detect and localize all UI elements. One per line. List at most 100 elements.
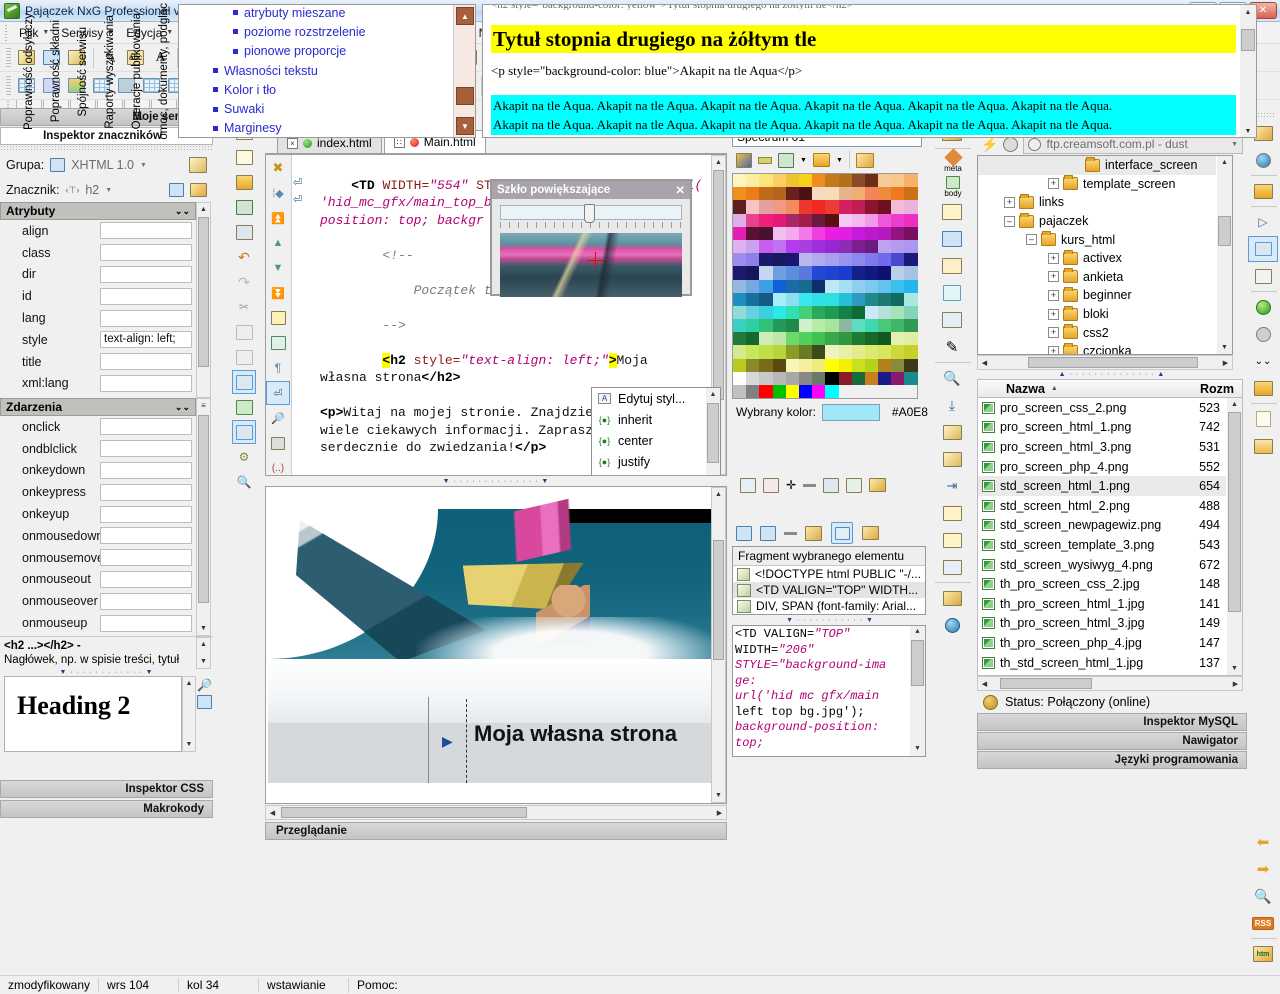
- color-swatch[interactable]: [799, 293, 812, 306]
- scroll-down-icon[interactable]: ▼: [456, 117, 474, 135]
- color-swatch[interactable]: [786, 359, 799, 372]
- color-swatch[interactable]: [786, 266, 799, 279]
- color-swatch[interactable]: [865, 345, 878, 358]
- chevron-down-icon[interactable]: ▼: [836, 157, 843, 164]
- color-swatch[interactable]: [878, 319, 891, 332]
- attributes-header[interactable]: Atrybuty ⌄⌄: [0, 202, 196, 220]
- autocomplete-item[interactable]: {●}inherit: [592, 409, 706, 430]
- color-swatch[interactable]: [825, 372, 838, 385]
- color-swatch[interactable]: [812, 280, 825, 293]
- htm-package-icon[interactable]: htm: [1248, 941, 1278, 967]
- color-list-icon[interactable]: [823, 478, 839, 493]
- attribute-value-input[interactable]: [100, 222, 192, 239]
- autocomplete-item[interactable]: {●}left: [592, 472, 706, 476]
- color-swatch[interactable]: [759, 345, 772, 358]
- file-row[interactable]: th_pro_screen_html_1.jpg141: [978, 594, 1226, 614]
- settings-gear-icon[interactable]: ⚙: [232, 445, 256, 469]
- color-swatch[interactable]: [746, 240, 759, 253]
- package-fragment-icon[interactable]: [805, 526, 822, 541]
- help-link[interactable]: poziome rozstrzelenie: [185, 22, 451, 41]
- fragment-view-toggle-icon[interactable]: [831, 522, 853, 544]
- magnifier-zoom-slider[interactable]: [500, 205, 682, 220]
- wysiwyg-preview[interactable]: ▶ Moja własna strona ▲ ▼: [265, 486, 727, 804]
- scroll-grip-icon[interactable]: ≡: [197, 399, 210, 412]
- color-swatch[interactable]: [825, 240, 838, 253]
- fold-up-icon[interactable]: ▲: [266, 231, 290, 255]
- color-swatch[interactable]: [733, 306, 746, 319]
- color-swatch[interactable]: [852, 372, 865, 385]
- color-swatch[interactable]: [786, 187, 799, 200]
- scroll-up-icon[interactable]: ▲: [456, 7, 474, 25]
- color-swatch[interactable]: [852, 319, 865, 332]
- scroll-left-icon[interactable]: ◀: [978, 356, 991, 369]
- collapse-icon[interactable]: ⌄⌄: [175, 402, 190, 413]
- find-file-icon[interactable]: [932, 419, 972, 445]
- color-swatch[interactable]: [878, 359, 891, 372]
- color-swatch[interactable]: [839, 227, 852, 240]
- close-icon[interactable]: ✕: [675, 183, 685, 197]
- tag-value[interactable]: h2: [85, 183, 99, 197]
- color-swatch[interactable]: [759, 240, 772, 253]
- color-swatch[interactable]: [799, 240, 812, 253]
- group-value[interactable]: XHTML 1.0: [71, 158, 134, 172]
- color-swatch[interactable]: [891, 306, 904, 319]
- color-swatch[interactable]: [759, 280, 772, 293]
- color-swatch[interactable]: [852, 359, 865, 372]
- export-site-icon[interactable]: ⇥: [932, 473, 972, 499]
- tree-node[interactable]: –kurs_html: [978, 230, 1216, 249]
- color-swatch[interactable]: [733, 266, 746, 279]
- tree-expander-icon[interactable]: +: [1048, 327, 1059, 338]
- remove-color-icon[interactable]: [803, 484, 816, 487]
- color-swatch[interactable]: [825, 359, 838, 372]
- color-swatch[interactable]: [839, 240, 852, 253]
- color-swatch[interactable]: [904, 319, 917, 332]
- fragment-item[interactable]: <TD VALIGN="TOP" WIDTH...: [733, 582, 925, 598]
- cut-icon[interactable]: ✂: [232, 295, 256, 319]
- scroll-down-icon[interactable]: ▼: [1227, 662, 1242, 675]
- back-arrow-icon[interactable]: ⬅: [1248, 829, 1278, 855]
- color-swatch[interactable]: [786, 174, 799, 187]
- scrollbar-thumb[interactable]: [713, 540, 724, 660]
- tab-inspektor-css[interactable]: Inspektor CSS: [0, 780, 213, 798]
- color-swatch[interactable]: [865, 293, 878, 306]
- color-swatch[interactable]: [852, 280, 865, 293]
- find-folder-icon[interactable]: [932, 446, 972, 472]
- color-swatch[interactable]: [773, 372, 786, 385]
- color-swatch[interactable]: [733, 293, 746, 306]
- color-swatch-grid[interactable]: [732, 173, 918, 399]
- color-swatch[interactable]: [746, 293, 759, 306]
- find-in-code-icon[interactable]: 🔎: [266, 406, 290, 430]
- color-swatch[interactable]: [812, 359, 825, 372]
- tree-node[interactable]: +ankieta: [978, 268, 1216, 287]
- refresh-icon[interactable]: [232, 420, 256, 444]
- color-swatch[interactable]: [865, 319, 878, 332]
- color-swatch[interactable]: [904, 227, 917, 240]
- file-list-scrollbar[interactable]: ▲ ▼: [1227, 398, 1242, 675]
- help-link[interactable]: pionowe proporcje: [185, 42, 451, 61]
- color-swatch[interactable]: [799, 174, 812, 187]
- color-swatch[interactable]: [839, 293, 852, 306]
- tab-marker-icon[interactable]: ∷: [394, 137, 405, 148]
- copy-icon[interactable]: [232, 320, 256, 344]
- color-swatch[interactable]: [773, 240, 786, 253]
- paste-icon[interactable]: [232, 345, 256, 369]
- lock-group-icon[interactable]: [189, 157, 207, 173]
- color-swatch[interactable]: [786, 240, 799, 253]
- scrollbar-thumb[interactable]: [707, 403, 719, 463]
- globe-server-icon[interactable]: [1248, 147, 1278, 173]
- tree-node[interactable]: +beginner: [978, 286, 1216, 305]
- tree-vertical-scrollbar[interactable]: ▲ ▼: [1217, 156, 1232, 354]
- color-swatch[interactable]: [825, 385, 838, 398]
- color-swatch[interactable]: [865, 372, 878, 385]
- scroll-up-icon[interactable]: ▲: [712, 156, 725, 169]
- color-swatch[interactable]: [852, 332, 865, 345]
- color-swatch[interactable]: [773, 187, 786, 200]
- preview-scrollbar[interactable]: ▲ ▼: [182, 676, 196, 752]
- color-swatch[interactable]: [759, 306, 772, 319]
- attribute-value-input[interactable]: [100, 310, 192, 327]
- close-all-icon[interactable]: ✖: [266, 156, 290, 180]
- undo-icon[interactable]: ↶: [232, 245, 256, 269]
- folder-open-icon[interactable]: [1248, 375, 1278, 401]
- color-swatch[interactable]: [891, 293, 904, 306]
- color-swatch[interactable]: [733, 253, 746, 266]
